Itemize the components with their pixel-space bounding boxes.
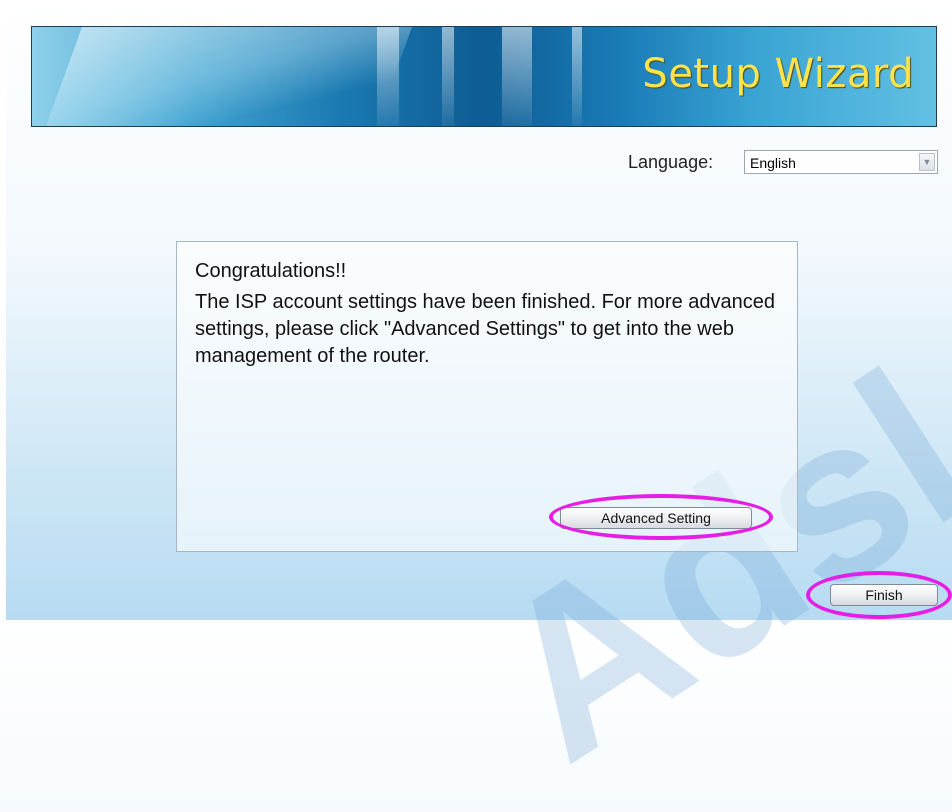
message-panel: Congratulations!! The ISP account settin… — [176, 241, 798, 552]
left-frame-edge — [0, 0, 6, 620]
language-value: English — [750, 155, 796, 171]
finish-button[interactable]: Finish — [830, 584, 938, 606]
message-body: The ISP account settings have been finis… — [195, 291, 775, 367]
chevron-down-icon[interactable]: ▼ — [919, 153, 935, 171]
light-streak — [377, 27, 399, 126]
advanced-setting-button[interactable]: Advanced Setting — [560, 507, 752, 529]
header-banner: Setup Wizard — [31, 26, 937, 127]
message-title: Congratulations!! — [195, 260, 347, 282]
language-dropdown[interactable]: English ▼ — [744, 150, 938, 174]
light-streak — [442, 27, 454, 126]
light-streak — [572, 27, 582, 126]
light-streak — [502, 27, 532, 126]
language-label: Language: — [628, 152, 714, 172]
wizard-title: Setup Wizard — [642, 51, 914, 97]
laptop-graphic — [38, 27, 416, 126]
